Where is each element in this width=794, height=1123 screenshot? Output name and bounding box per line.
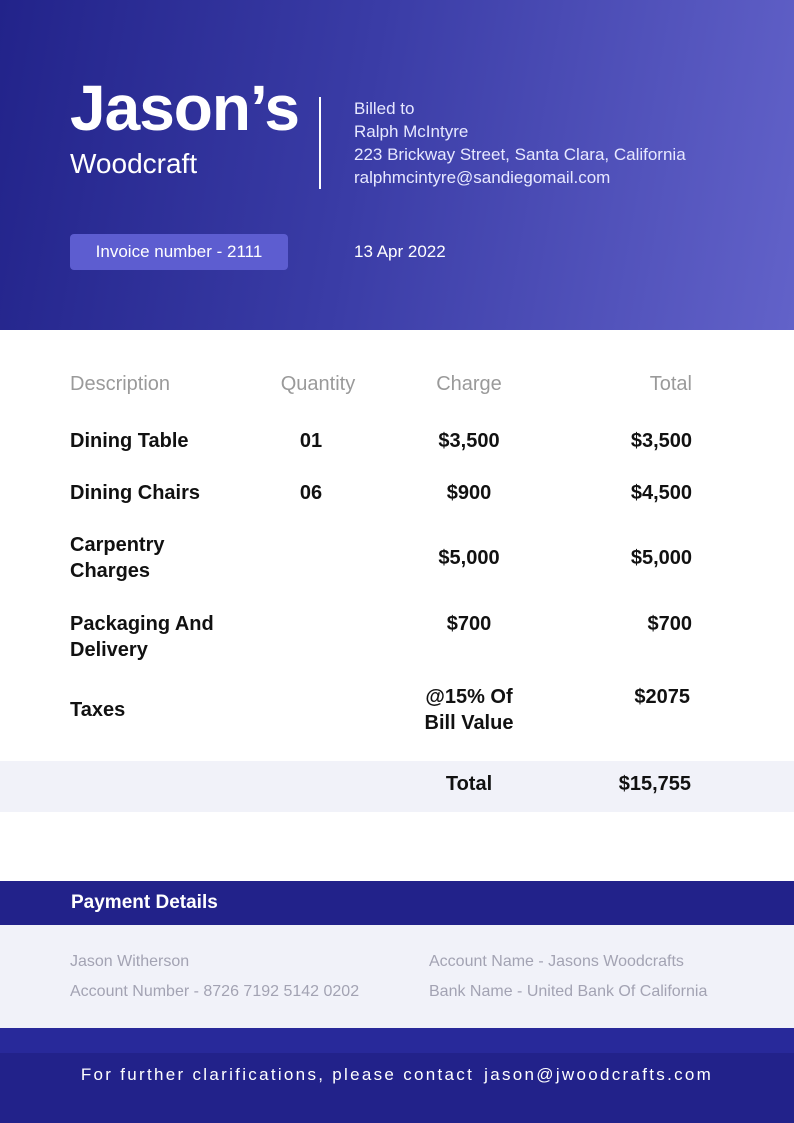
footer-strip <box>0 1028 794 1053</box>
row-quantity: 06 <box>299 482 323 504</box>
row-description: Packaging And Delivery <box>70 613 214 661</box>
row-description: Dining Chairs <box>70 482 201 504</box>
billed-to-email: ralphmcintyre@sandiegomail.com <box>354 168 611 187</box>
row-total: $5,000 <box>630 547 692 569</box>
account-holder-name: Jason Witherson <box>70 953 190 970</box>
footer-contact-email[interactable]: jason@jwoodcrafts.com <box>484 1065 713 1084</box>
header-divider <box>319 97 321 189</box>
grand-total-value: $15,755 <box>618 773 691 795</box>
row-charge: $3,500 <box>438 430 500 452</box>
row-quantity: 01 <box>299 430 323 452</box>
column-header-quantity: Quantity <box>280 373 356 395</box>
row-total: $2075 <box>634 686 690 708</box>
billing-block: Billed to Ralph McIntyre 223 Brickway St… <box>354 97 686 189</box>
row-charge: @15% Of Bill Value <box>424 686 514 734</box>
row-total: $4,500 <box>630 482 692 504</box>
footer-contact: For further clarifications, please conta… <box>0 1065 794 1085</box>
invoice-date: 13 Apr 2022 <box>354 242 446 261</box>
brand-name: Jason’s <box>70 72 300 144</box>
row-charge: $5,000 <box>438 547 500 569</box>
payment-details-title: Payment Details <box>71 892 218 913</box>
invoice-number-badge: Invoice number - 2111 <box>70 234 288 270</box>
billed-to-name: Ralph McIntyre <box>354 122 469 141</box>
row-description: Taxes <box>70 699 126 721</box>
row-description: Carpentry Charges <box>70 534 165 582</box>
column-header-charge: Charge <box>436 373 502 395</box>
row-charge: $900 <box>446 482 492 504</box>
billed-to-label: Billed to <box>354 99 415 118</box>
bank-name: Bank Name - United Bank Of California <box>429 983 708 1000</box>
account-name: Account Name - Jasons Woodcrafts <box>429 953 684 970</box>
brand-subtitle: Woodcraft <box>70 148 198 179</box>
grand-total-label: Total <box>445 773 493 795</box>
account-number: Account Number - 8726 7192 5142 0202 <box>70 983 360 1000</box>
row-total: $700 <box>647 613 693 635</box>
payment-details-body <box>0 925 794 1028</box>
column-header-description: Description <box>70 373 171 395</box>
column-header-total: Total <box>649 373 692 395</box>
row-total: $3,500 <box>630 430 692 452</box>
row-description: Dining Table <box>70 430 189 452</box>
billed-to-address: 223 Brickway Street, Santa Clara, Califo… <box>354 145 686 164</box>
footer-contact-text: For further clarifications, please conta… <box>80 1065 475 1084</box>
row-charge: $700 <box>446 613 492 635</box>
